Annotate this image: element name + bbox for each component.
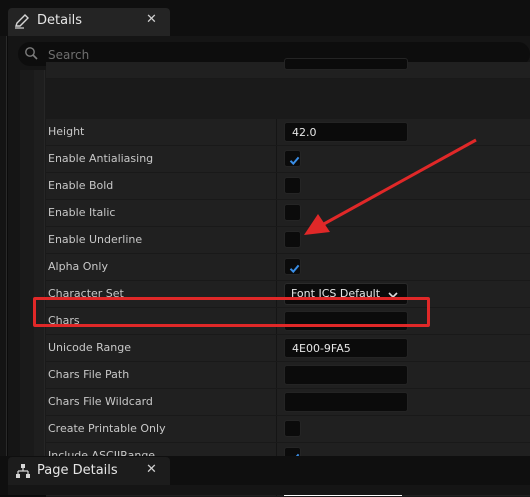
search-icon bbox=[24, 46, 38, 60]
page-details-panel bbox=[8, 485, 530, 495]
property-row-height[interactable]: Height 42.0 bbox=[46, 119, 530, 146]
enable-bold-checkbox[interactable] bbox=[284, 177, 301, 194]
annotation-highlight-box bbox=[33, 297, 430, 327]
property-value-partial[interactable] bbox=[284, 58, 408, 70]
enable-antialiasing-checkbox[interactable] bbox=[284, 150, 301, 167]
property-row-enable-antialiasing[interactable]: Enable Antialiasing bbox=[46, 146, 530, 173]
property-row-partial bbox=[46, 58, 530, 79]
column-divider[interactable] bbox=[276, 335, 277, 361]
tab-page-details-label: Page Details bbox=[37, 463, 118, 478]
property-row-chars-file-wildcard[interactable]: Chars File Wildcard bbox=[46, 389, 530, 416]
column-divider[interactable] bbox=[276, 389, 277, 415]
property-row-unicode-range[interactable]: Unicode Range 4E00-9FA5 bbox=[46, 335, 530, 362]
property-row-alpha-only[interactable]: Alpha Only bbox=[46, 254, 530, 281]
property-label: Enable Italic bbox=[48, 206, 116, 219]
column-divider[interactable] bbox=[276, 254, 277, 280]
property-label: Enable Antialiasing bbox=[48, 152, 154, 165]
property-label: Chars File Path bbox=[48, 368, 130, 381]
tab-details-label: Details bbox=[37, 13, 83, 28]
alpha-only-checkbox[interactable] bbox=[284, 258, 301, 275]
property-label: Enable Bold bbox=[48, 179, 114, 192]
chars-file-path-field[interactable] bbox=[284, 365, 408, 385]
hierarchy-icon bbox=[15, 463, 31, 479]
column-divider[interactable] bbox=[276, 227, 277, 253]
column-divider[interactable] bbox=[276, 200, 277, 226]
property-list[interactable]: Height 42.0 Enable Antialiasing Enable Bold… bbox=[20, 58, 530, 497]
property-label: Unicode Range bbox=[48, 341, 131, 354]
enable-underline-checkbox[interactable] bbox=[284, 231, 301, 248]
details-panel: Height 42.0 Enable Antialiasing Enable Bold… bbox=[8, 36, 530, 497]
property-row-chars-file-path[interactable]: Chars File Path bbox=[46, 362, 530, 389]
column-divider[interactable] bbox=[276, 416, 277, 442]
property-row-create-printable-only[interactable]: Create Printable Only bbox=[46, 416, 530, 443]
create-printable-only-checkbox[interactable] bbox=[284, 420, 301, 437]
property-row-enable-underline[interactable]: Enable Underline bbox=[46, 227, 530, 254]
column-divider[interactable] bbox=[276, 173, 277, 199]
column-divider[interactable] bbox=[276, 119, 277, 145]
property-row-enable-italic[interactable]: Enable Italic bbox=[46, 200, 530, 227]
pencil-icon bbox=[14, 13, 32, 31]
property-label: Height bbox=[48, 125, 85, 138]
left-dock-edge bbox=[0, 36, 7, 456]
tab-page-details[interactable]: Page Details ✕ bbox=[8, 457, 170, 485]
property-label: Create Printable Only bbox=[48, 422, 166, 435]
close-icon[interactable]: ✕ bbox=[146, 12, 157, 27]
chars-file-wildcard-field[interactable] bbox=[284, 392, 408, 412]
property-label: Chars File Wildcard bbox=[48, 395, 153, 408]
column-divider[interactable] bbox=[276, 146, 277, 172]
tab-details[interactable]: Details ✕ bbox=[8, 8, 170, 36]
property-row-enable-bold[interactable]: Enable Bold bbox=[46, 173, 530, 200]
tree-indent bbox=[34, 70, 45, 456]
column-divider[interactable] bbox=[276, 362, 277, 388]
height-field[interactable]: 42.0 bbox=[284, 122, 408, 142]
close-icon[interactable]: ✕ bbox=[146, 462, 157, 477]
unicode-range-field[interactable]: 4E00-9FA5 bbox=[284, 338, 408, 358]
property-label: Alpha Only bbox=[48, 260, 108, 273]
property-label: Enable Underline bbox=[48, 233, 143, 246]
enable-italic-checkbox[interactable] bbox=[284, 204, 301, 221]
